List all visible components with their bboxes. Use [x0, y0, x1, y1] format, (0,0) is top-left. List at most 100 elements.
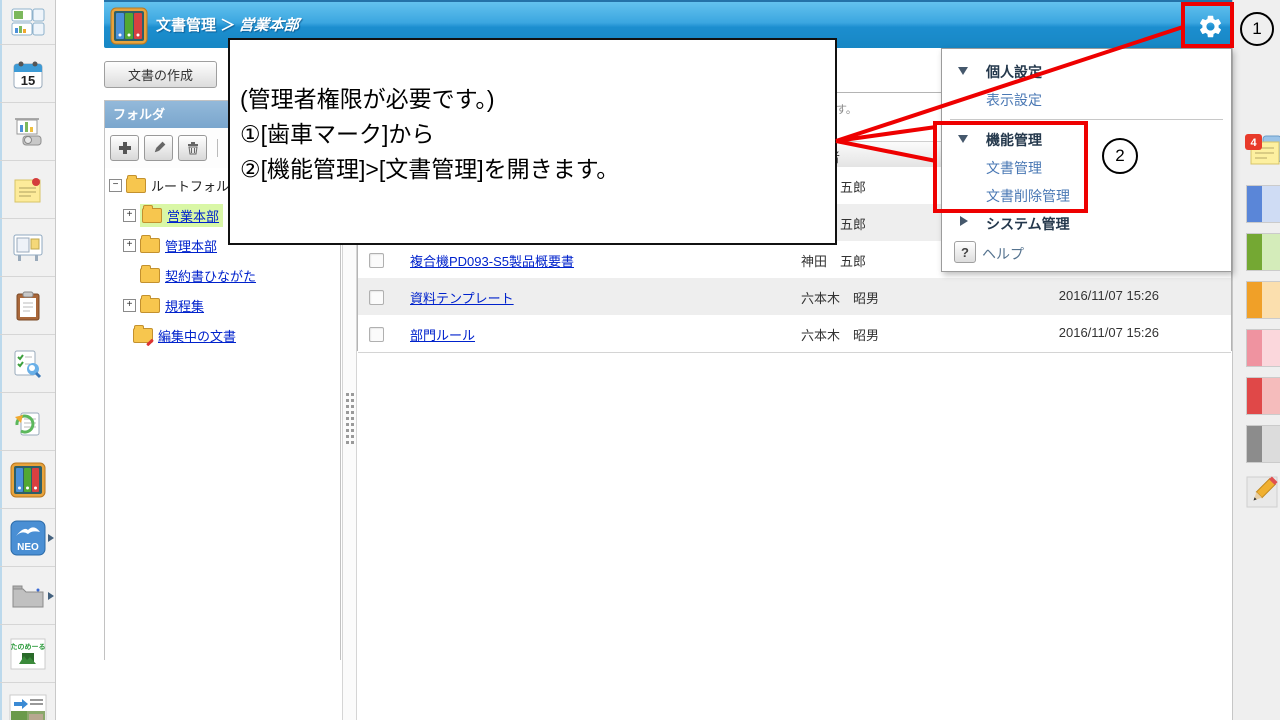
edit-folder-button[interactable]: [144, 135, 173, 161]
delete-folder-icon: [186, 141, 200, 155]
edit-folder-icon: [152, 141, 166, 155]
delete-folder-button[interactable]: [178, 135, 207, 161]
sidebar-item-banner[interactable]: [0, 683, 55, 720]
menu-item-label: 文書削除管理: [986, 186, 1070, 206]
neo-icon: NEO: [10, 520, 46, 556]
orange-book-icon[interactable]: [1246, 281, 1280, 319]
green-book-icon[interactable]: [1246, 233, 1280, 271]
notification-badge: 4: [1250, 137, 1257, 149]
menu-section-function-admin[interactable]: 機能管理: [942, 127, 1231, 151]
pink-book-icon[interactable]: [1246, 329, 1280, 367]
callout-digit: 2: [1115, 146, 1124, 166]
tree-item-link[interactable]: 契約書ひながた: [165, 266, 256, 285]
document-link[interactable]: 複合機PD093-S5製品概要書: [410, 251, 574, 270]
menu-item-document-delete-admin[interactable]: 文書削除管理: [942, 183, 1231, 207]
tree-item-kiteishu[interactable]: + 規程集: [109, 290, 338, 320]
chevron-down-icon: [958, 135, 968, 143]
app-title: 文書管理: [156, 17, 216, 34]
document-link[interactable]: 資料テンプレート: [410, 288, 514, 307]
document-binders-icon: [110, 7, 148, 45]
sidebar-item-calendar[interactable]: 15: [0, 45, 55, 103]
add-folder-button[interactable]: [110, 135, 139, 161]
menu-item-display-settings[interactable]: 表示設定: [942, 87, 1231, 111]
menu-section-label: 機能管理: [986, 130, 1042, 150]
expand-icon[interactable]: +: [123, 239, 136, 252]
neo-label: NEO: [17, 542, 39, 553]
sidebar-item-portal[interactable]: [0, 0, 55, 45]
pencil-icon[interactable]: [1244, 474, 1280, 510]
table-row: 部門ルール 六本木 昭男 2016/11/07 15:26: [358, 315, 1231, 353]
callout-digit: 1: [1252, 19, 1261, 39]
expand-icon[interactable]: +: [123, 209, 136, 222]
sidebar-item-neo[interactable]: NEO: [0, 509, 55, 567]
chevron-down-icon: [958, 67, 968, 75]
row-checkbox[interactable]: [369, 290, 384, 305]
document-link[interactable]: 部門ルール: [410, 325, 475, 344]
page-title: 文書管理 ＞ 営業本部: [156, 14, 299, 35]
menu-section-system-admin[interactable]: システム管理: [942, 211, 1231, 235]
document-author: 神田 五郎: [801, 251, 866, 270]
settings-gear-button[interactable]: [1188, 2, 1232, 50]
row-checkbox[interactable]: [369, 327, 384, 342]
document-updated: 2016/11/07 15:26: [1059, 325, 1159, 340]
sidebar-item-clipboard[interactable]: [0, 277, 55, 335]
tree-item-editing-docs[interactable]: 編集中の文書: [109, 320, 338, 350]
sidebar-item-presentation[interactable]: [0, 103, 55, 161]
memo-icon: [13, 176, 43, 204]
create-document-button[interactable]: 文書の作成: [104, 61, 217, 88]
menu-section-personal[interactable]: 個人設定: [942, 59, 1231, 83]
tree-item-link[interactable]: 規程集: [165, 296, 204, 315]
expand-right-icon[interactable]: [48, 534, 54, 542]
survey-icon: [13, 349, 43, 379]
tree-item-keiyakusho[interactable]: 契約書ひながた: [109, 260, 338, 290]
menu-section-label: 個人設定: [986, 62, 1042, 82]
notification-note-icon[interactable]: 4: [1243, 132, 1280, 174]
gray-book-icon[interactable]: [1246, 425, 1280, 463]
sidebar-item-memo[interactable]: [0, 161, 55, 219]
sidebar-item-bulletin-board[interactable]: [0, 219, 55, 277]
add-folder-icon: [118, 141, 132, 155]
sidebar-item-tanomail[interactable]: たのめーる: [0, 625, 55, 683]
tree-item-link[interactable]: 営業本部: [167, 206, 219, 225]
presentation-icon: [11, 116, 45, 148]
editing-folder-icon: [133, 328, 153, 343]
banner-icon: [9, 694, 47, 720]
menu-item-label: ヘルプ: [982, 244, 1024, 264]
gear-icon: [1197, 13, 1224, 40]
help-icon: ?: [954, 241, 976, 263]
toolbar-divider: [217, 139, 218, 157]
tanomail-label: たのめーる: [10, 642, 45, 651]
settings-menu: 個人設定 表示設定 機能管理 文書管理 文書削除管理 システム管理 ? ヘルプ: [941, 48, 1232, 272]
tree-item-link[interactable]: 編集中の文書: [158, 326, 236, 345]
tree-item-link[interactable]: 管理本部: [165, 236, 217, 255]
menu-item-help[interactable]: ? ヘルプ: [942, 241, 1231, 267]
create-document-label: 文書の作成: [128, 65, 193, 84]
annotation-line: ①[歯車マーク]から: [240, 117, 835, 152]
table-row: 資料テンプレート 六本木 昭男 2016/11/07 15:26: [358, 278, 1231, 316]
menu-item-document-admin[interactable]: 文書管理: [942, 155, 1231, 179]
collapse-icon[interactable]: −: [109, 179, 122, 192]
folder-icon: [142, 208, 162, 223]
menu-item-label: 文書管理: [986, 158, 1042, 178]
calendar-icon: 15: [13, 59, 43, 89]
document-updated: 2016/11/07 15:26: [1059, 288, 1159, 303]
sidebar-item-workflow[interactable]: [0, 393, 55, 451]
annotation-line: (管理者権限が必要です。): [240, 82, 835, 117]
pencil-icon: [146, 338, 154, 346]
document-binders-icon: [10, 462, 46, 498]
expand-icon[interactable]: +: [123, 299, 136, 312]
folder-icon: [140, 298, 160, 313]
blue-book-icon[interactable]: [1246, 185, 1280, 223]
sidebar-item-cabinet[interactable]: [0, 567, 55, 625]
right-icon-strip: 4: [1232, 0, 1280, 720]
cabinet-folder-icon: [11, 583, 45, 609]
expand-right-icon[interactable]: [48, 592, 54, 600]
selected-folder-highlight: 営業本部: [140, 204, 223, 227]
splitter-grip-icon: [346, 393, 349, 447]
sidebar-item-survey[interactable]: [0, 335, 55, 393]
sidebar-item-document-management[interactable]: [0, 451, 55, 509]
app-sidebar: 15: [0, 0, 56, 720]
portal-icon: [11, 8, 45, 36]
row-checkbox[interactable]: [369, 253, 384, 268]
red-book-icon[interactable]: [1246, 377, 1280, 415]
